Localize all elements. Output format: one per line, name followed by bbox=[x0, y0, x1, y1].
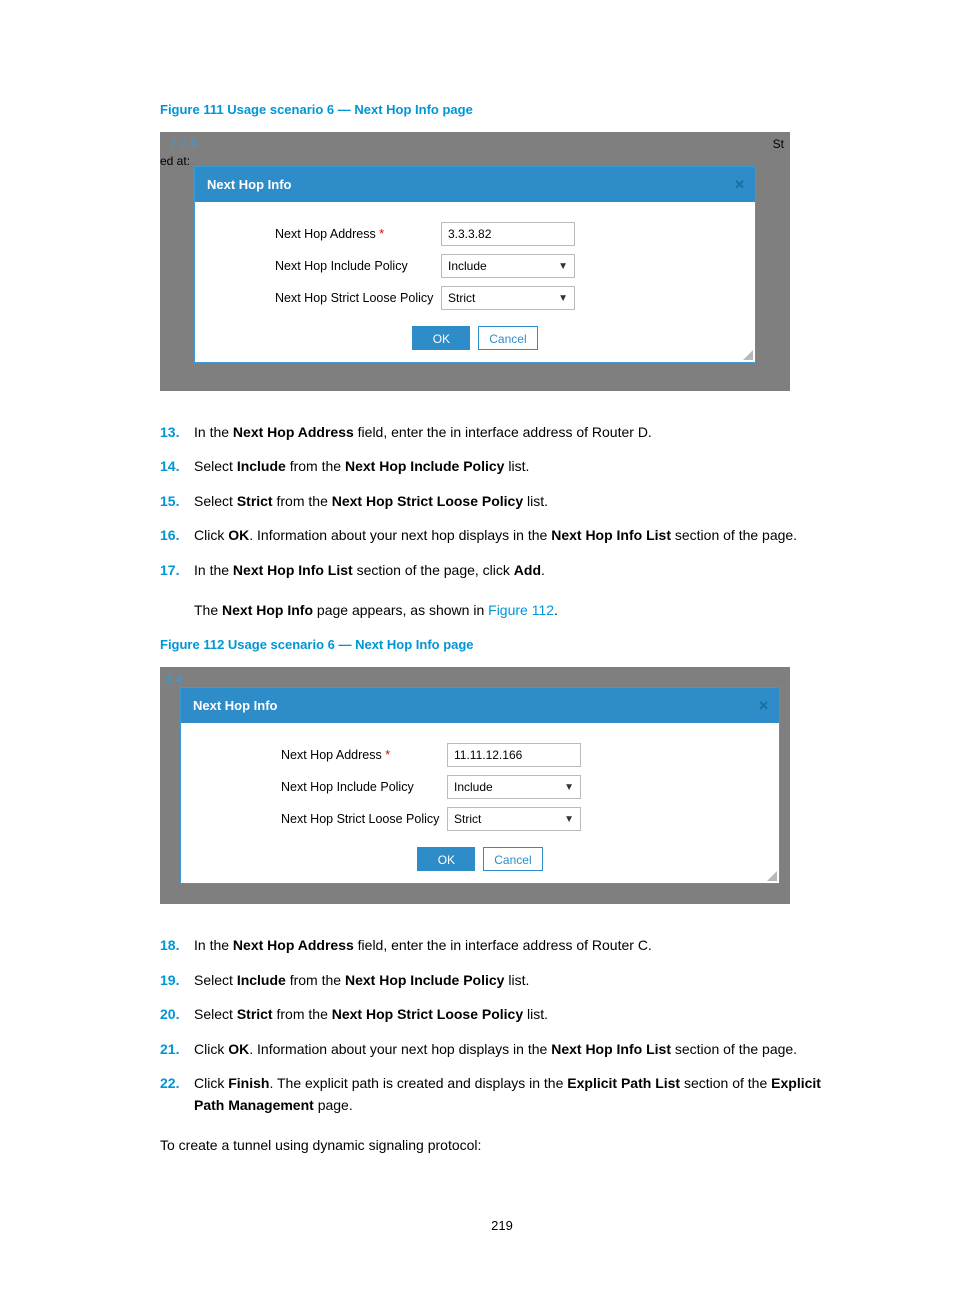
step-text: Select Strict from the Next Hop Strict L… bbox=[194, 1003, 844, 1025]
ok-button[interactable]: OK bbox=[412, 326, 470, 350]
step-text: Click OK. Information about your next ho… bbox=[194, 524, 844, 546]
label-next-hop-address: Next Hop Address * bbox=[191, 746, 447, 765]
include-policy-select[interactable]: Include ▼ bbox=[447, 775, 581, 799]
form-row-strict-policy: Next Hop Strict Loose Policy Strict ▼ bbox=[205, 286, 745, 310]
page-number: 219 bbox=[160, 1216, 844, 1236]
close-icon[interactable]: ✕ bbox=[758, 696, 769, 716]
step-13: 13. In the Next Hop Address field, enter… bbox=[160, 421, 844, 443]
chevron-down-icon: ▼ bbox=[558, 259, 568, 274]
next-hop-address-input[interactable] bbox=[441, 222, 575, 246]
modal-header: Next Hop Info ✕ bbox=[181, 688, 779, 724]
step-number: 21. bbox=[160, 1038, 194, 1060]
step-number: 22. bbox=[160, 1072, 194, 1117]
step-number: 20. bbox=[160, 1003, 194, 1025]
required-mark: * bbox=[379, 227, 384, 241]
modal-body: Next Hop Address * Next Hop Include Poli… bbox=[195, 202, 755, 362]
resize-handle-icon[interactable] bbox=[767, 871, 777, 881]
figure-111: 2.2.4 ed at: St Next Hop Info ✕ Next Hop… bbox=[160, 132, 790, 392]
label-text: Next Hop Address bbox=[275, 227, 376, 241]
step-text: Select Strict from the Next Hop Strict L… bbox=[194, 490, 844, 512]
step-text: Select Include from the Next Hop Include… bbox=[194, 969, 844, 991]
modal-body: Next Hop Address * Next Hop Include Poli… bbox=[181, 723, 779, 883]
step-text: Click Finish. The explicit path is creat… bbox=[194, 1072, 844, 1117]
form-row-address: Next Hop Address * bbox=[205, 222, 745, 246]
cancel-button[interactable]: Cancel bbox=[483, 847, 542, 871]
step-number: 17. bbox=[160, 559, 194, 581]
figure-112-link[interactable]: Figure 112 bbox=[488, 602, 554, 618]
required-mark: * bbox=[385, 748, 390, 762]
select-value: Strict bbox=[448, 289, 475, 307]
step-21: 21. Click OK. Information about your nex… bbox=[160, 1038, 844, 1060]
strict-policy-select[interactable]: Strict ▼ bbox=[447, 807, 581, 831]
step-text: In the Next Hop Address field, enter the… bbox=[194, 934, 844, 956]
form-row-include-policy: Next Hop Include Policy Include ▼ bbox=[191, 775, 769, 799]
label-text: Next Hop Address bbox=[281, 748, 382, 762]
figure-111-frag: 2.2.4 ed at: St bbox=[160, 132, 790, 166]
modal-title: Next Hop Info bbox=[207, 177, 292, 192]
step-number: 13. bbox=[160, 421, 194, 443]
step-text: Click OK. Information about your next ho… bbox=[194, 1038, 844, 1060]
next-hop-address-input[interactable] bbox=[447, 743, 581, 767]
step-20: 20. Select Strict from the Next Hop Stri… bbox=[160, 1003, 844, 1025]
form-row-address: Next Hop Address * bbox=[191, 743, 769, 767]
modal-title: Next Hop Info bbox=[193, 698, 278, 713]
step-15: 15. Select Strict from the Next Hop Stri… bbox=[160, 490, 844, 512]
ok-button[interactable]: OK bbox=[417, 847, 475, 871]
modal-header: Next Hop Info ✕ bbox=[195, 167, 755, 203]
frag-text: 2.2.4 bbox=[170, 135, 197, 153]
label-next-hop-address: Next Hop Address * bbox=[205, 225, 441, 244]
steps-list-a: 13. In the Next Hop Address field, enter… bbox=[160, 421, 844, 581]
form-row-strict-policy: Next Hop Strict Loose Policy Strict ▼ bbox=[191, 807, 769, 831]
step-text: In the Next Hop Address field, enter the… bbox=[194, 421, 844, 443]
select-value: Strict bbox=[454, 810, 481, 828]
chevron-down-icon: ▼ bbox=[564, 780, 574, 795]
resize-handle-icon[interactable] bbox=[743, 350, 753, 360]
steps-list-b: 18. In the Next Hop Address field, enter… bbox=[160, 934, 844, 1116]
frag-text: St bbox=[773, 135, 784, 153]
modal-buttons: OK Cancel bbox=[191, 847, 769, 871]
label-include-policy: Next Hop Include Policy bbox=[205, 257, 441, 276]
next-hop-info-modal: Next Hop Info ✕ Next Hop Address * Next … bbox=[180, 687, 780, 885]
step-number: 15. bbox=[160, 490, 194, 512]
close-icon[interactable]: ✕ bbox=[734, 175, 745, 195]
closing-para: To create a tunnel using dynamic signali… bbox=[160, 1135, 844, 1156]
next-hop-info-modal: Next Hop Info ✕ Next Hop Address * Next … bbox=[194, 166, 756, 364]
figure-112: .2.4 at: Next Hop Info ✕ Next Hop Addres… bbox=[160, 667, 790, 905]
modal-buttons: OK Cancel bbox=[205, 326, 745, 350]
step-17: 17. In the Next Hop Info List section of… bbox=[160, 559, 844, 581]
step-number: 16. bbox=[160, 524, 194, 546]
step-text: Select Include from the Next Hop Include… bbox=[194, 455, 844, 477]
step-19: 19. Select Include from the Next Hop Inc… bbox=[160, 969, 844, 991]
step-17-sub: The Next Hop Info page appears, as shown… bbox=[194, 599, 844, 621]
chevron-down-icon: ▼ bbox=[564, 812, 574, 827]
step-22: 22. Click Finish. The explicit path is c… bbox=[160, 1072, 844, 1117]
chevron-down-icon: ▼ bbox=[558, 291, 568, 306]
step-number: 18. bbox=[160, 934, 194, 956]
figure-112-caption: Figure 112 Usage scenario 6 — Next Hop I… bbox=[160, 635, 844, 655]
step-number: 14. bbox=[160, 455, 194, 477]
select-value: Include bbox=[448, 257, 487, 275]
include-policy-select[interactable]: Include ▼ bbox=[441, 254, 575, 278]
frag-text: ed at: bbox=[160, 152, 190, 166]
select-value: Include bbox=[454, 778, 493, 796]
label-strict-policy: Next Hop Strict Loose Policy bbox=[191, 810, 447, 829]
frag-text: at: bbox=[160, 683, 173, 687]
step-14: 14. Select Include from the Next Hop Inc… bbox=[160, 455, 844, 477]
figure-111-caption: Figure 111 Usage scenario 6 — Next Hop I… bbox=[160, 100, 844, 120]
form-row-include-policy: Next Hop Include Policy Include ▼ bbox=[205, 254, 745, 278]
step-18: 18. In the Next Hop Address field, enter… bbox=[160, 934, 844, 956]
figure-112-frag: .2.4 at: bbox=[160, 667, 790, 687]
label-include-policy: Next Hop Include Policy bbox=[191, 778, 447, 797]
step-text: In the Next Hop Info List section of the… bbox=[194, 559, 844, 581]
step-number: 19. bbox=[160, 969, 194, 991]
strict-policy-select[interactable]: Strict ▼ bbox=[441, 286, 575, 310]
cancel-button[interactable]: Cancel bbox=[478, 326, 537, 350]
step-16: 16. Click OK. Information about your nex… bbox=[160, 524, 844, 546]
label-strict-policy: Next Hop Strict Loose Policy bbox=[205, 289, 441, 308]
